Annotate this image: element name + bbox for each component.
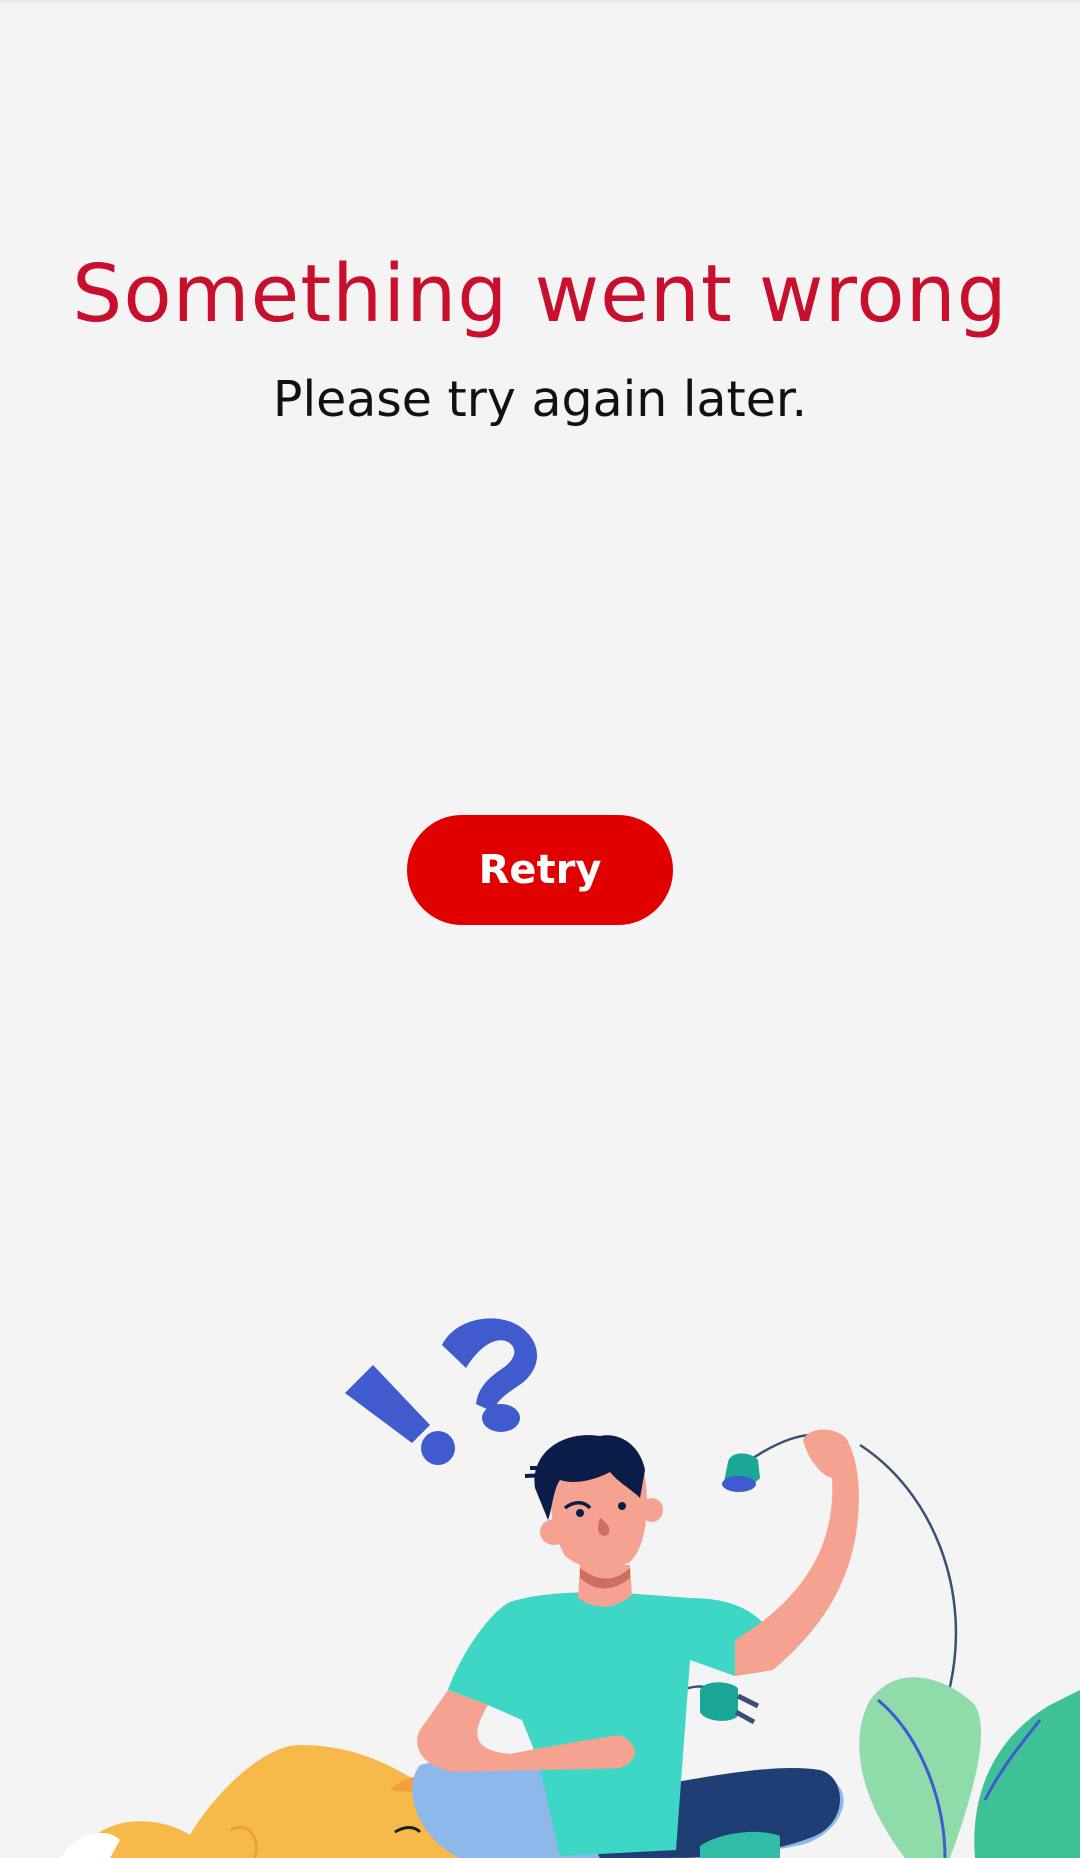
plug-icon [722, 1453, 760, 1492]
person-head-icon [524, 1435, 663, 1569]
plant-icon [859, 1677, 1080, 1858]
confused-person-illustration [60, 1318, 1080, 1858]
retry-button[interactable]: Retry [407, 815, 673, 925]
error-subtitle: Please try again later. [272, 371, 808, 428]
lap-plug-icon [700, 1682, 760, 1725]
error-title: Something went wrong [72, 248, 1008, 340]
question-mark-icon [442, 1318, 538, 1432]
top-divider [0, 0, 1080, 3]
exclamation-mark-icon [345, 1365, 455, 1465]
